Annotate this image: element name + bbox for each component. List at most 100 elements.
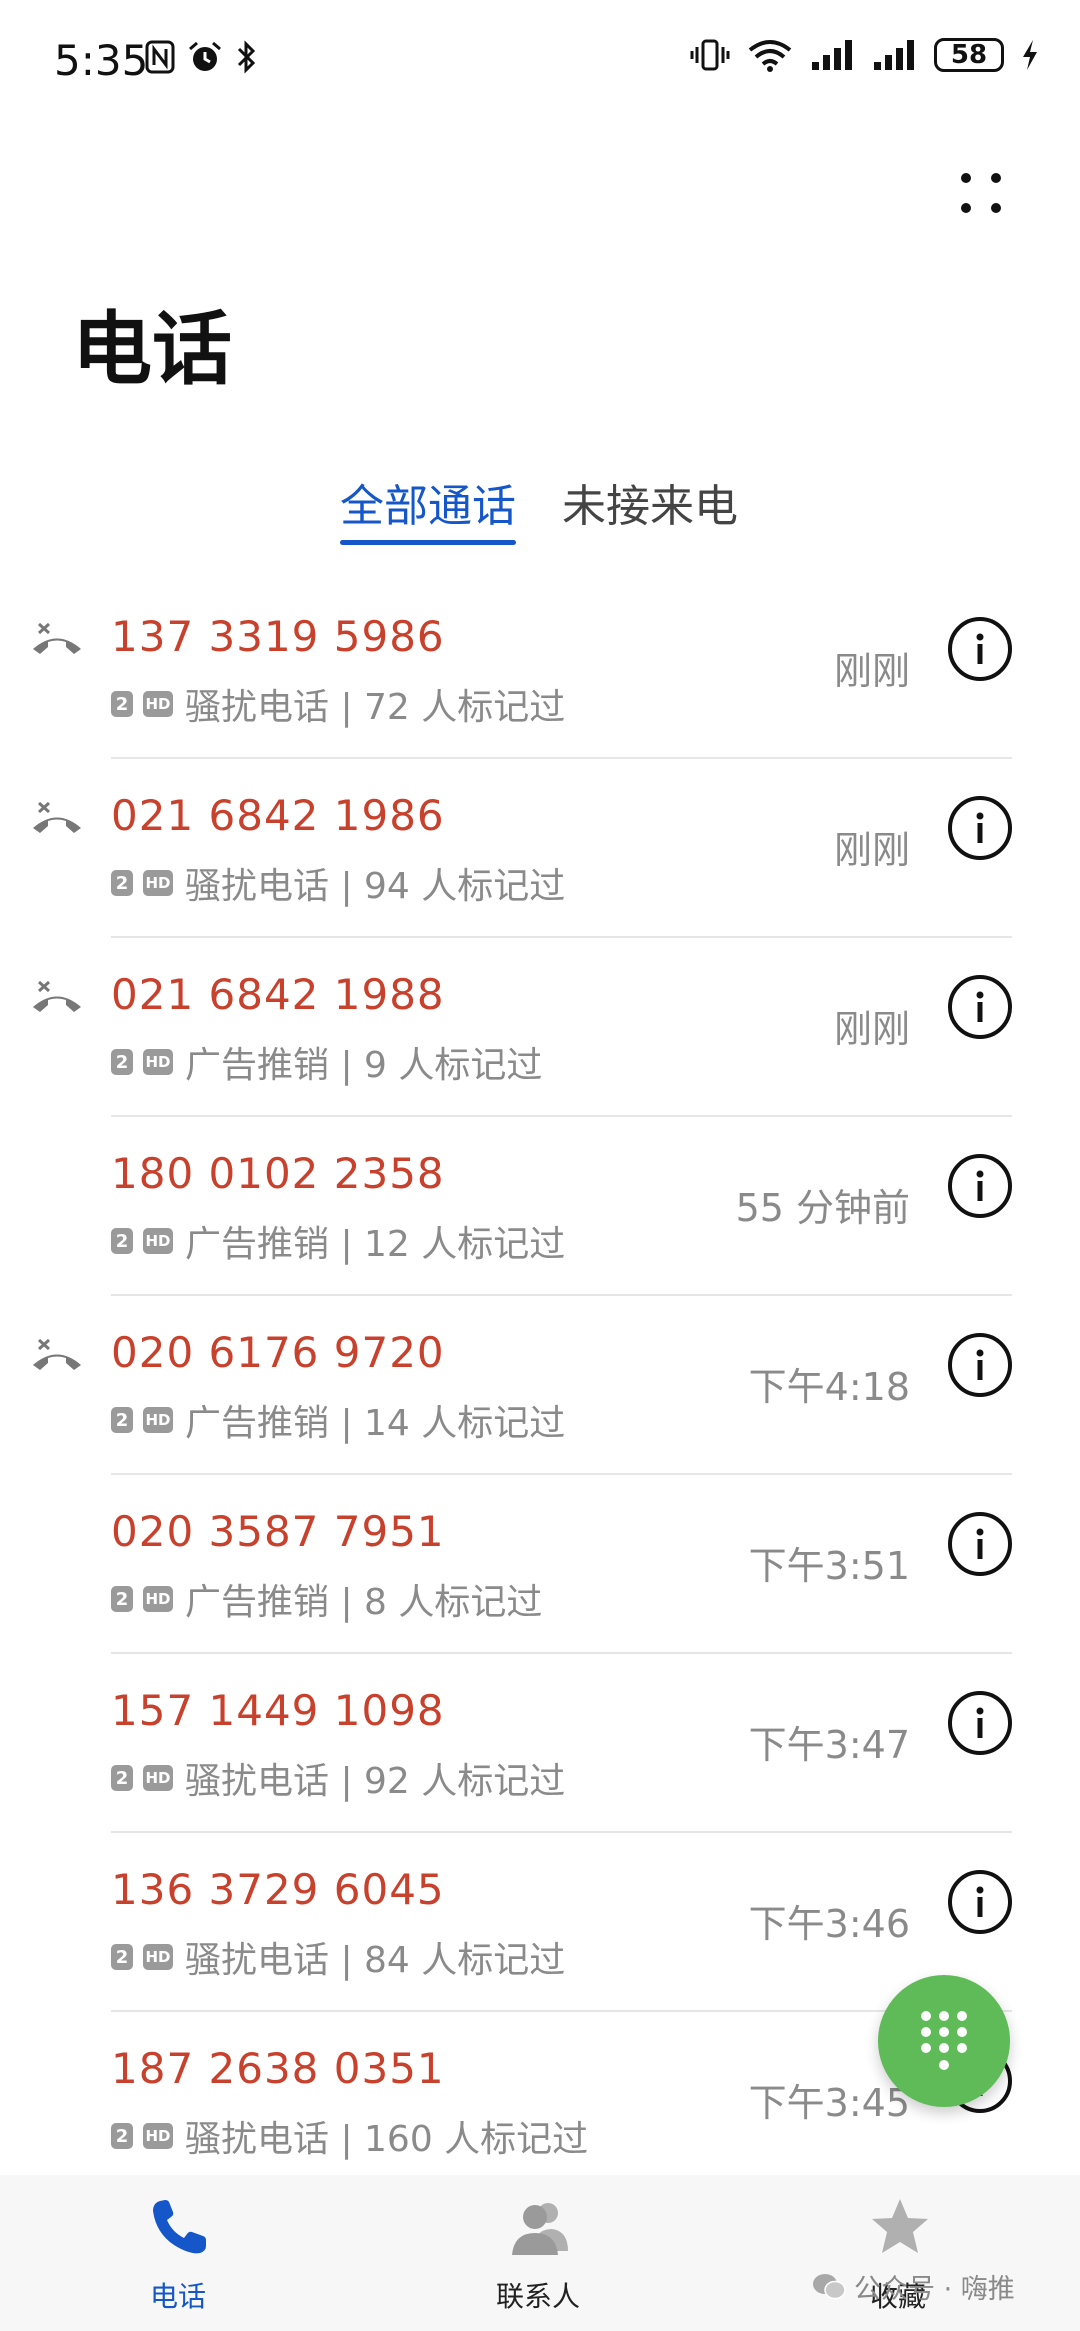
tab-missed-calls[interactable]: 未接来电: [562, 470, 738, 534]
tab-all-calls[interactable]: 全部通话: [340, 470, 516, 534]
call-details: 2 HD 广告推销 | 8 人标记过: [111, 1573, 542, 1625]
call-time: 下午4:18: [748, 1365, 910, 1409]
call-number: 136 3729 6045: [111, 1865, 445, 1914]
call-log-row[interactable]: 021 6842 1988 2 HD 广告推销 | 9 人标记过 刚刚: [0, 938, 1080, 1117]
watermark: 公众号 · 嗨推: [812, 2267, 1015, 2306]
nav-favorites[interactable]: 收藏: [778, 2175, 1018, 2331]
nfc-icon: [145, 40, 175, 74]
nav-label-contacts: 联系人: [495, 2280, 580, 2313]
call-log-row[interactable]: 020 3587 7951 2 HD 广告推销 | 8 人标记过 下午3:51: [0, 1475, 1080, 1654]
more-options-button[interactable]: [946, 160, 1016, 230]
call-number: 021 6842 1986: [111, 791, 445, 840]
call-tag-description: 广告推销 | 12 人标记过: [185, 1224, 566, 1265]
signal-icon: [812, 40, 852, 70]
hd-badge: HD: [143, 1049, 173, 1075]
charging-icon: [1023, 40, 1037, 70]
wifi-icon: [748, 40, 792, 72]
call-time: 55 分钟前: [735, 1186, 910, 1230]
call-log-list: 137 3319 5986 2 HD 骚扰电话 | 72 人标记过 刚刚 021…: [0, 580, 1080, 2191]
phone-icon: [153, 2200, 206, 2254]
call-info-button[interactable]: [948, 975, 1012, 1039]
call-log-row[interactable]: 157 1449 1098 2 HD 骚扰电话 | 92 人标记过 下午3:47: [0, 1654, 1080, 1833]
call-filter-tabs: 全部通话 未接来电: [0, 470, 1080, 550]
call-info-button[interactable]: [948, 1333, 1012, 1397]
sim-badge: 2: [111, 1049, 133, 1075]
status-icons-left: [145, 40, 259, 74]
info-icon: [976, 1528, 984, 1559]
call-number: 137 3319 5986: [111, 612, 445, 661]
watermark-text: 公众号 · 嗨推: [854, 2274, 1015, 2305]
call-details: 2 HD 广告推销 | 12 人标记过: [111, 1215, 565, 1267]
call-tag-description: 广告推销 | 8 人标记过: [185, 1582, 543, 1623]
call-log-row[interactable]: 180 0102 2358 2 HD 广告推销 | 12 人标记过 55 分钟前: [0, 1117, 1080, 1296]
call-number: 187 2638 0351: [111, 2044, 445, 2093]
hd-badge: HD: [143, 1407, 173, 1433]
missed-call-icon: [33, 980, 81, 1012]
sim-badge: 2: [111, 691, 133, 717]
call-time: 下午3:46: [748, 1902, 910, 1946]
call-log-row[interactable]: 021 6842 1986 2 HD 骚扰电话 | 94 人标记过 刚刚: [0, 759, 1080, 938]
page-title: 电话: [72, 303, 232, 396]
hd-badge: HD: [143, 870, 173, 896]
dialpad-fab[interactable]: [878, 1975, 1010, 2107]
call-details: 2 HD 骚扰电话 | 92 人标记过: [111, 1752, 565, 1804]
call-log-row[interactable]: 137 3319 5986 2 HD 骚扰电话 | 72 人标记过 刚刚: [0, 580, 1080, 759]
call-tag-description: 广告推销 | 9 人标记过: [185, 1045, 543, 1086]
sim-badge: 2: [111, 2123, 133, 2149]
sim-badge: 2: [111, 870, 133, 896]
sim-badge: 2: [111, 1765, 133, 1791]
call-time: 下午3:47: [748, 1723, 910, 1767]
call-time: 刚刚: [833, 828, 910, 872]
call-details: 2 HD 广告推销 | 14 人标记过: [111, 1394, 565, 1446]
call-details: 2 HD 骚扰电话 | 94 人标记过: [111, 857, 565, 909]
status-time: 5:35: [54, 36, 149, 85]
info-icon: [976, 633, 984, 664]
call-info-button[interactable]: [948, 1154, 1012, 1218]
bluetooth-icon: [237, 40, 256, 74]
call-number: 021 6842 1988: [111, 970, 445, 1019]
hd-badge: HD: [143, 691, 173, 717]
call-info-button[interactable]: [948, 617, 1012, 681]
call-info-button[interactable]: [948, 1512, 1012, 1576]
star-icon: [872, 2199, 928, 2253]
info-icon: [976, 812, 984, 843]
call-info-button[interactable]: [948, 796, 1012, 860]
call-number: 157 1449 1098: [111, 1686, 445, 1735]
call-info-button[interactable]: [948, 1691, 1012, 1755]
hd-badge: HD: [143, 1765, 173, 1791]
hd-badge: HD: [143, 1586, 173, 1612]
call-details: 2 HD 骚扰电话 | 84 人标记过: [111, 1931, 565, 1983]
info-icon: [976, 1886, 984, 1917]
call-number: 180 0102 2358: [111, 1149, 445, 1198]
info-icon: [976, 1170, 984, 1201]
call-time: 刚刚: [833, 1007, 910, 1051]
nav-phone[interactable]: 电话: [58, 2175, 298, 2331]
dialpad-icon: [921, 2011, 967, 2070]
call-tag-description: 骚扰电话 | 160 人标记过: [185, 2119, 589, 2160]
hd-badge: HD: [143, 2123, 173, 2149]
alarm-icon: [189, 41, 221, 71]
nav-contacts[interactable]: 联系人: [418, 2175, 658, 2331]
call-time: 下午3:51: [748, 1544, 910, 1588]
sim-badge: 2: [111, 1407, 133, 1433]
call-tag-description: 骚扰电话 | 92 人标记过: [185, 1761, 566, 1802]
call-log-row[interactable]: 020 6176 9720 2 HD 广告推销 | 14 人标记过 下午4:18: [0, 1296, 1080, 1475]
call-time: 下午3:45: [748, 2081, 910, 2125]
status-icons-right: 58: [690, 38, 1040, 72]
more-icon: [961, 173, 1001, 213]
sim-badge: 2: [111, 1228, 133, 1254]
missed-call-icon: [33, 801, 81, 833]
vibrate-icon: [690, 39, 730, 71]
bottom-navigation: 电话 联系人 收藏: [0, 2175, 1080, 2331]
hd-badge: HD: [143, 1944, 173, 1970]
sim-badge: 2: [111, 1944, 133, 1970]
call-tag-description: 骚扰电话 | 94 人标记过: [185, 866, 566, 907]
active-tab-indicator: [340, 540, 516, 545]
call-info-button[interactable]: [948, 1870, 1012, 1934]
info-icon: [976, 1707, 984, 1738]
call-tag-description: 骚扰电话 | 72 人标记过: [185, 687, 566, 728]
status-bar: 5:35 58: [0, 0, 1080, 120]
contacts-icon: [512, 2203, 568, 2255]
hd-badge: HD: [143, 1228, 173, 1254]
sim-badge: 2: [111, 1586, 133, 1612]
